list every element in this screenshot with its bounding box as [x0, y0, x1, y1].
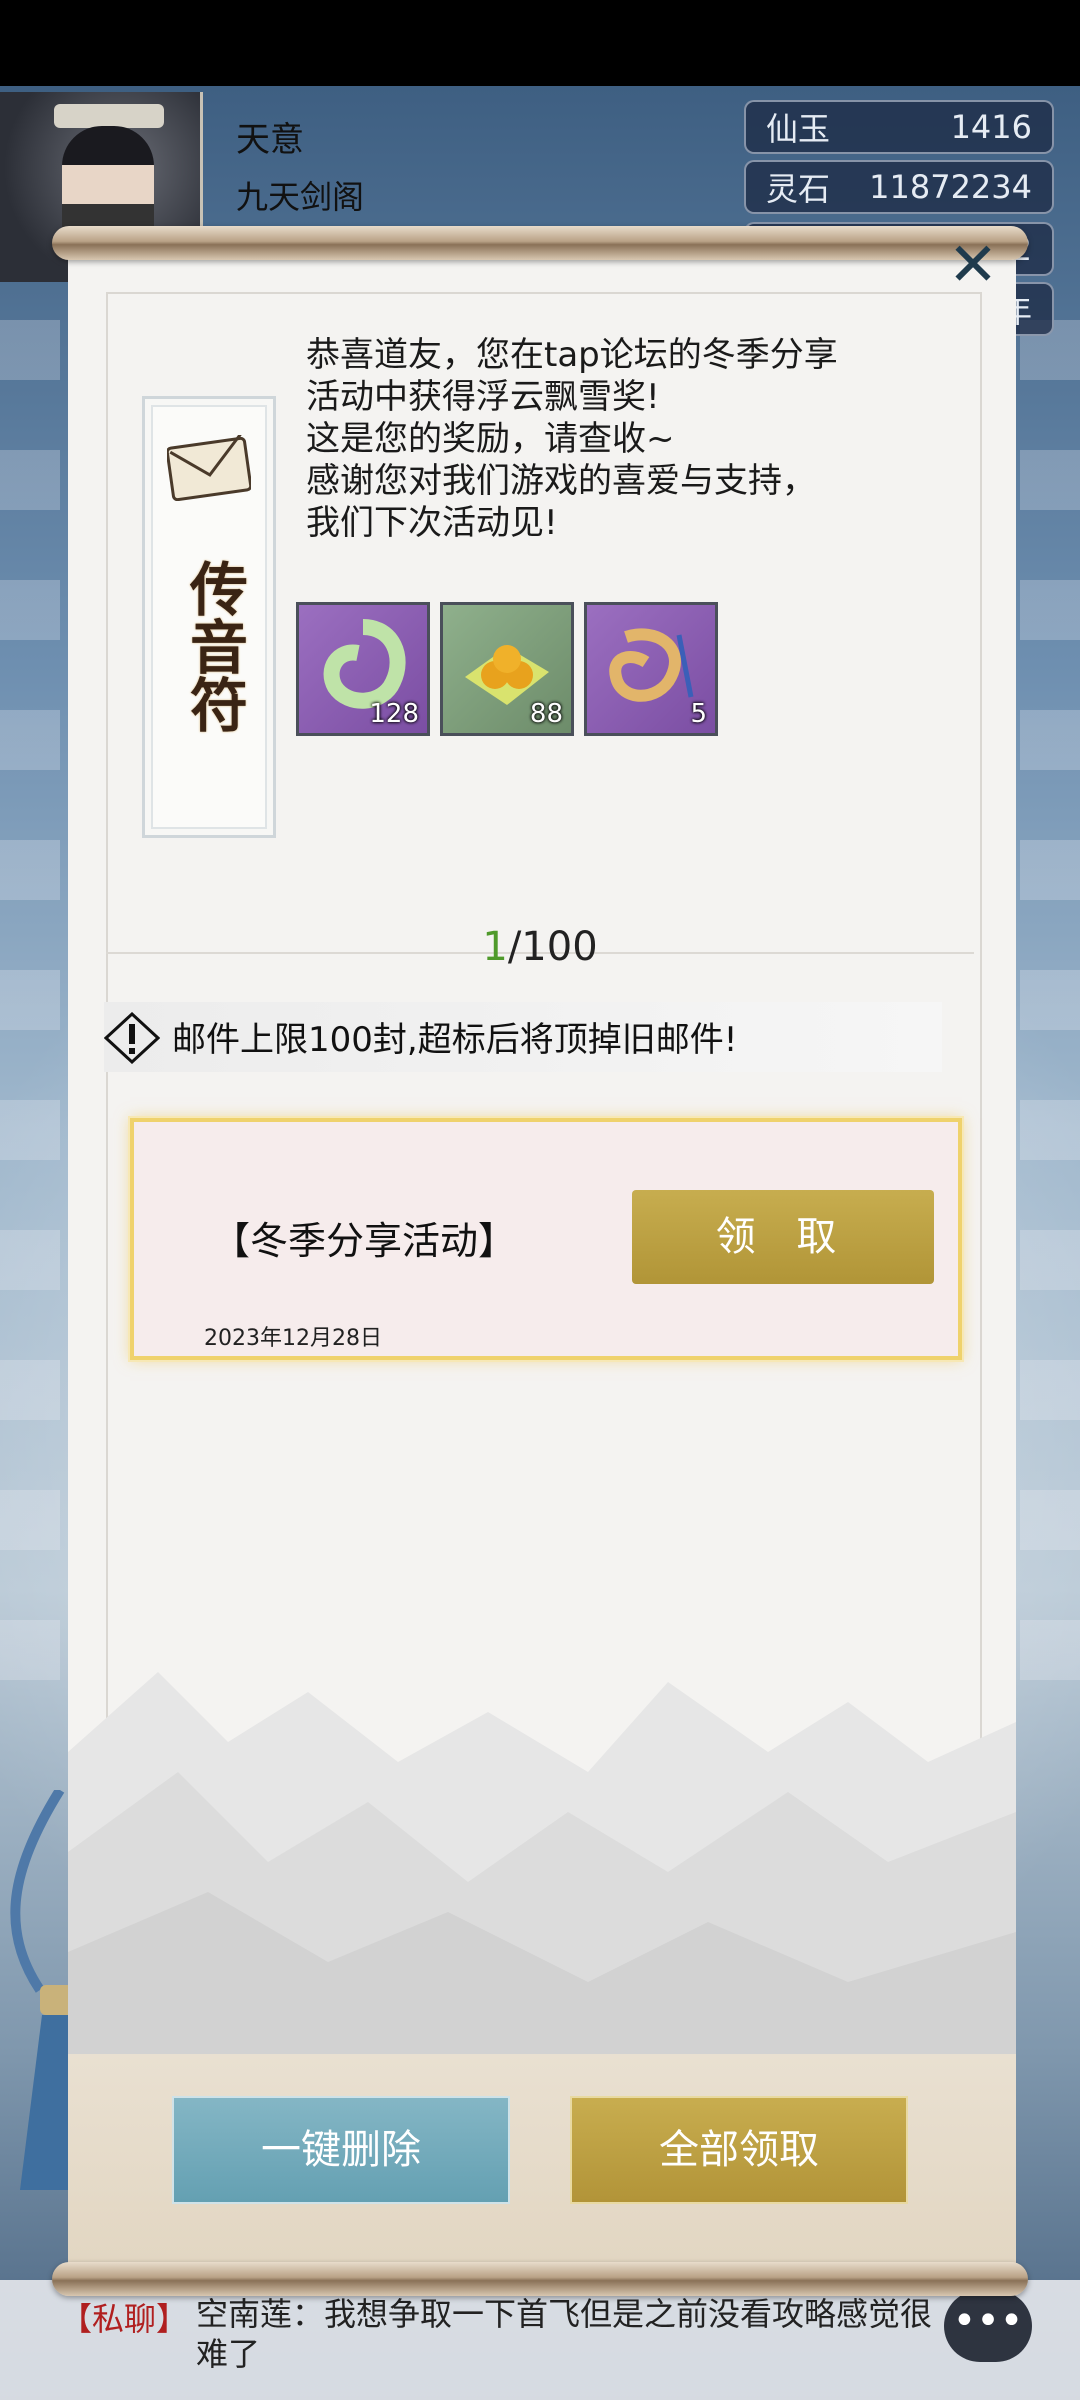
resource-label: 仙玉 [766, 110, 831, 148]
reward-item[interactable]: 5 [584, 602, 718, 736]
delete-all-button[interactable]: 一键删除 [172, 2096, 510, 2204]
chat-message: 空南莲：我想争取一下首飞但是之前没看攻略感觉很难了 [196, 2295, 933, 2373]
resource-xianyu: 仙玉 1416 [744, 100, 1054, 154]
chat-channel-tag: 【私聊】 [60, 2300, 189, 2338]
chat-bar[interactable]: 【私聊】 空南莲：我想争取一下首飞但是之前没看攻略感觉很难了 [0, 2280, 1080, 2400]
resource-value: 1416 [950, 108, 1032, 146]
mail-count-current: 1 [482, 924, 508, 970]
claim-button[interactable]: 领 取 [632, 1190, 934, 1284]
mail-body-text[interactable]: 恭喜道友，您在tap论坛的冬季分享 活动中获得浮云飘雪奖! 这是您的奖励，请查收… [306, 334, 926, 540]
scroll-roller-bottom [52, 2262, 1028, 2296]
mail-entry-title: 【冬季分享活动】 [212, 1219, 517, 1263]
player-name: 天意 [236, 120, 304, 160]
chat-bubble-button[interactable]: ••• [944, 2290, 1032, 2362]
item-count: 5 [690, 699, 707, 729]
mail-count-total: /100 [507, 924, 598, 970]
left-side-decoration [0, 320, 60, 1720]
resource-label: 灵石 [766, 170, 831, 208]
item-count: 128 [369, 699, 419, 729]
reward-item[interactable]: 128 [296, 602, 430, 736]
item-count: 88 [529, 699, 563, 729]
warning-icon [104, 1012, 160, 1064]
warning-text: 邮件上限100封,超标后将顶掉旧邮件! [172, 1020, 738, 1060]
talisman-card: 传音符 [142, 396, 276, 838]
envelope-icon [167, 435, 251, 501]
right-side-decoration [1020, 320, 1080, 1720]
avatar-crown [54, 104, 164, 128]
reward-item[interactable]: 88 [440, 602, 574, 736]
close-button[interactable]: ✕ [944, 235, 1002, 298]
scroll-roller-top [52, 226, 1028, 260]
player-sect: 九天剑阁 [236, 178, 365, 216]
pendant-icon [609, 628, 694, 702]
mail-count: 1/100 [0, 924, 1080, 970]
reward-items: 128 88 5 [296, 602, 718, 736]
talisman-label: 传音符 [180, 559, 248, 733]
resource-lingshi: 灵石 11872234 [744, 160, 1054, 214]
claim-all-button[interactable]: 全部领取 [570, 2096, 908, 2204]
resource-value: 11872234 [869, 168, 1032, 206]
mail-entry-date: 2023年12月28日 [204, 1326, 382, 1351]
chat-bubble-icon: ••• [952, 2298, 1024, 2344]
close-icon: ✕ [947, 230, 999, 300]
